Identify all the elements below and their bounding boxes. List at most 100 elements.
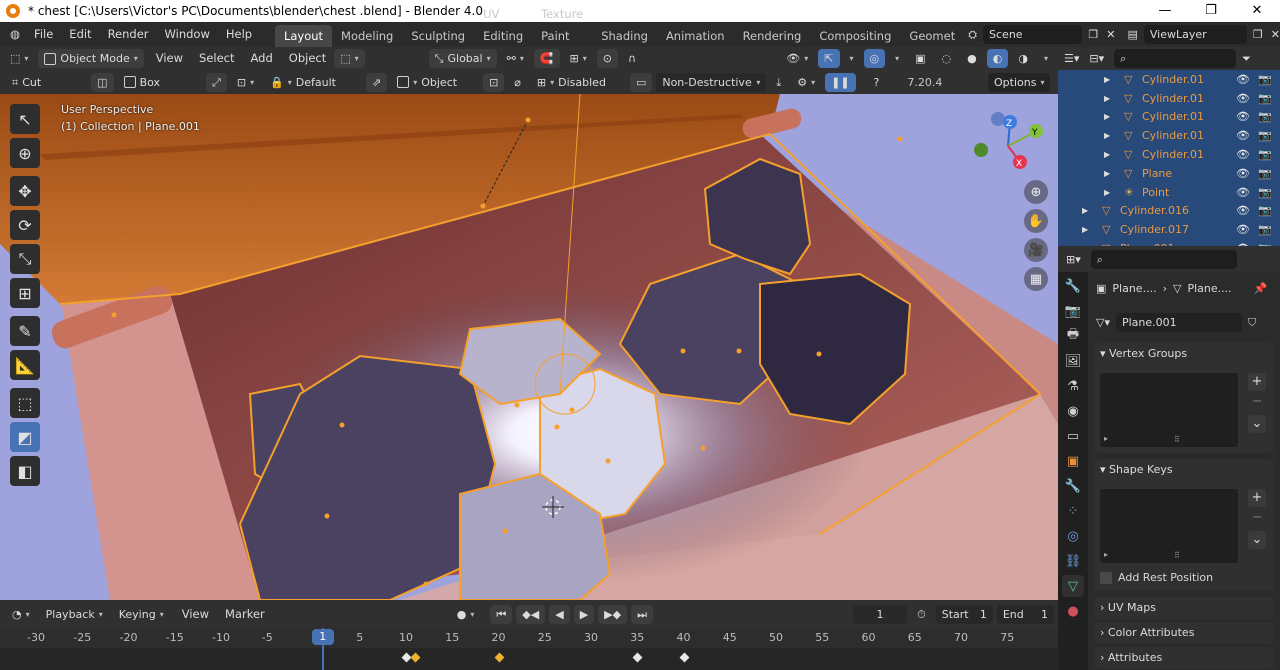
keyframe-marker[interactable] — [679, 652, 689, 663]
tab-geometry-nodes[interactable]: Geomet — [900, 25, 964, 47]
render-camera-icon[interactable]: 📷 — [1258, 204, 1272, 217]
menu-edit[interactable]: Edit — [61, 22, 99, 47]
visibility-eye-icon[interactable]: 👁 — [1236, 110, 1250, 123]
transform-dropdown-icon[interactable]: ⊡ ▾ — [231, 73, 260, 92]
expand-arrow-icon[interactable]: ▶ — [1104, 150, 1110, 159]
outliner-item[interactable]: ▶ ▽ Plane 👁 📷 — [1058, 164, 1280, 183]
add-shape-key-button[interactable]: + — [1248, 489, 1266, 507]
add-cube-tool-icon[interactable]: ⬚ — [10, 388, 40, 418]
pivot-icon[interactable]: ⚯ ▾ — [501, 49, 530, 68]
outliner-item-label[interactable]: Cylinder.01 — [1142, 148, 1204, 161]
keying-menu[interactable]: Keying ▾ — [113, 605, 170, 624]
menu-window[interactable]: Window — [157, 22, 218, 47]
keyframe-marker[interactable] — [632, 652, 643, 663]
visibility-eye-icon[interactable]: 👁 — [1236, 148, 1250, 161]
blender-menu-icon[interactable]: ◍ — [0, 22, 26, 47]
visibility-eye-icon[interactable]: 👁 — [1236, 204, 1250, 217]
add-vertex-group-button[interactable]: + — [1248, 373, 1266, 391]
expand-arrow-icon[interactable]: ▶ — [1104, 188, 1110, 197]
expand-arrow-icon[interactable]: ▶ — [1104, 112, 1110, 121]
editor-type-button[interactable]: ⬚ ▾ — [4, 49, 34, 68]
keyframe-marker[interactable] — [494, 652, 504, 663]
keyframe-marker[interactable] — [410, 652, 421, 663]
tab-uv-editing[interactable]: UV Editing — [474, 3, 532, 47]
3d-viewport[interactable]: Z Y X User Perspective (1) Collection | … — [0, 94, 1058, 600]
stopwatch-icon[interactable]: ⏱ — [911, 605, 932, 624]
select-menu[interactable]: Select — [191, 46, 242, 71]
prev-keyframe-icon[interactable]: ◆◀ — [516, 604, 546, 624]
breadcrumb-object[interactable]: Plane.... — [1112, 282, 1156, 295]
timeline-editor-icon[interactable]: ◔ ▾ — [6, 605, 36, 624]
visibility-icon[interactable]: 👁 ▾ — [780, 49, 814, 68]
object-dropdown[interactable]: ⬚ ▾ — [334, 49, 365, 68]
view-layer-tab-icon[interactable]: 🖼 — [1062, 350, 1084, 372]
add-rest-position-checkbox[interactable] — [1100, 571, 1112, 584]
shading-wireframe-icon[interactable]: ◌ — [936, 49, 958, 68]
pause-icon[interactable]: ❚❚ — [825, 72, 856, 92]
display-mode-icon[interactable]: ⊟▾ — [1089, 52, 1104, 65]
shape-key-menu-icon[interactable]: ⌄ — [1248, 531, 1266, 549]
uv-maps-section[interactable]: › UV Maps — [1094, 597, 1274, 619]
breadcrumb-data[interactable]: Plane.... — [1187, 282, 1231, 295]
add-menu[interactable]: Add — [243, 46, 281, 71]
properties-editor-icon[interactable]: ⊞▾ — [1066, 253, 1081, 266]
outliner-item[interactable]: ▶ ▽ Cylinder.01 👁 📷 — [1058, 108, 1280, 127]
minimize-button[interactable]: — — [1142, 0, 1188, 22]
rotate-tool-icon[interactable]: ⟳ — [10, 210, 40, 240]
material-tab-icon[interactable]: ● — [1062, 600, 1084, 622]
bevel-tool-icon[interactable]: ◧ — [10, 456, 40, 486]
options-button[interactable]: Options ▾ — [988, 72, 1050, 92]
keyframe-record-icon[interactable]: ● ▾ — [451, 605, 481, 624]
outliner-item[interactable]: ▶ ▽ Cylinder.01 👁 📷 — [1058, 70, 1280, 89]
mesh-name-field[interactable]: Plane.001 — [1115, 313, 1242, 332]
snap-target-icon[interactable]: ⊞ ▾ — [564, 49, 593, 68]
outliner-editor-icon[interactable]: ☰▾ — [1064, 52, 1079, 65]
tab-modeling[interactable]: Modeling — [332, 25, 402, 47]
world-tab-icon[interactable]: ◉ — [1062, 400, 1084, 422]
cut-tool-active-icon[interactable]: ◩ — [10, 422, 40, 452]
play-icon[interactable]: ▶ — [573, 604, 595, 624]
outliner-item-label[interactable]: Cylinder.01 — [1142, 73, 1204, 86]
annotate-tool-icon[interactable]: ✎ — [10, 316, 40, 346]
new-scene-icon[interactable]: ❐ — [1088, 28, 1098, 41]
menu-file[interactable]: File — [26, 22, 61, 47]
visibility-eye-icon[interactable]: 👁 — [1236, 186, 1250, 199]
zoom-icon[interactable]: ⊕ — [1024, 180, 1048, 204]
properties-search-input[interactable]: ⌕ — [1090, 249, 1237, 269]
menu-render[interactable]: Render — [100, 22, 157, 47]
color-attributes-header[interactable]: Color Attributes — [1108, 626, 1195, 639]
object-menu[interactable]: Object — [281, 46, 334, 71]
box-select-dropdown[interactable]: Box — [118, 73, 166, 92]
cursor-tool-icon[interactable]: ⊕ — [10, 138, 40, 168]
outliner-item-label[interactable]: Cylinder.01 — [1142, 110, 1204, 123]
render-tab-icon[interactable]: 📷 — [1062, 300, 1084, 322]
move-tool-icon[interactable]: ✥ — [10, 176, 40, 206]
constraints-tab-icon[interactable]: ⛓ — [1062, 550, 1084, 572]
outliner-search-input[interactable]: ⌕ — [1114, 49, 1237, 68]
expand-arrow-icon[interactable]: ▶ — [1082, 206, 1088, 215]
tab-animation[interactable]: Animation — [657, 25, 734, 47]
settings-gear-icon[interactable]: ⚙ ▾ — [791, 73, 821, 92]
particles-tab-icon[interactable]: ⁘ — [1062, 500, 1084, 522]
ortho-grid-icon[interactable]: ▦ — [1024, 267, 1048, 291]
mode-dropdown[interactable]: Non-Destructive ▾ — [656, 72, 767, 92]
viewlayer-selector[interactable]: ViewLayer — [1143, 25, 1247, 44]
layer-icon[interactable]: ▭ — [629, 72, 653, 92]
render-camera-icon[interactable]: 📷 — [1258, 110, 1272, 123]
gizmo-toggle-icon[interactable]: ⇱ — [818, 49, 840, 68]
attributes-section[interactable]: › Attributes — [1094, 647, 1274, 669]
tab-layout[interactable]: Layout — [274, 25, 333, 47]
visibility-eye-icon[interactable]: 👁 — [1236, 167, 1250, 180]
cut-tool-icon[interactable]: ⌗ Cut — [6, 73, 47, 92]
xray-icon[interactable]: ▣ — [909, 49, 931, 68]
download-icon[interactable]: ⤓ — [770, 73, 787, 92]
outliner-item[interactable]: ▶▽Plane.001👁📷 — [1058, 239, 1280, 246]
overlay-toggle-icon[interactable]: ◎ — [863, 49, 886, 68]
new-viewlayer-icon[interactable]: ❐ — [1253, 28, 1263, 41]
outliner-item[interactable]: ▶ ▽ Cylinder.017 👁 📷 — [1058, 220, 1280, 239]
list-expand-icon[interactable]: ▸ — [1104, 550, 1108, 559]
cursor-icon[interactable]: ⇗ — [366, 72, 388, 92]
shading-material-icon[interactable]: ◐ — [986, 49, 1009, 68]
falloff-icon[interactable]: ∩ — [622, 49, 642, 68]
attributes-header[interactable]: Attributes — [1108, 651, 1162, 664]
